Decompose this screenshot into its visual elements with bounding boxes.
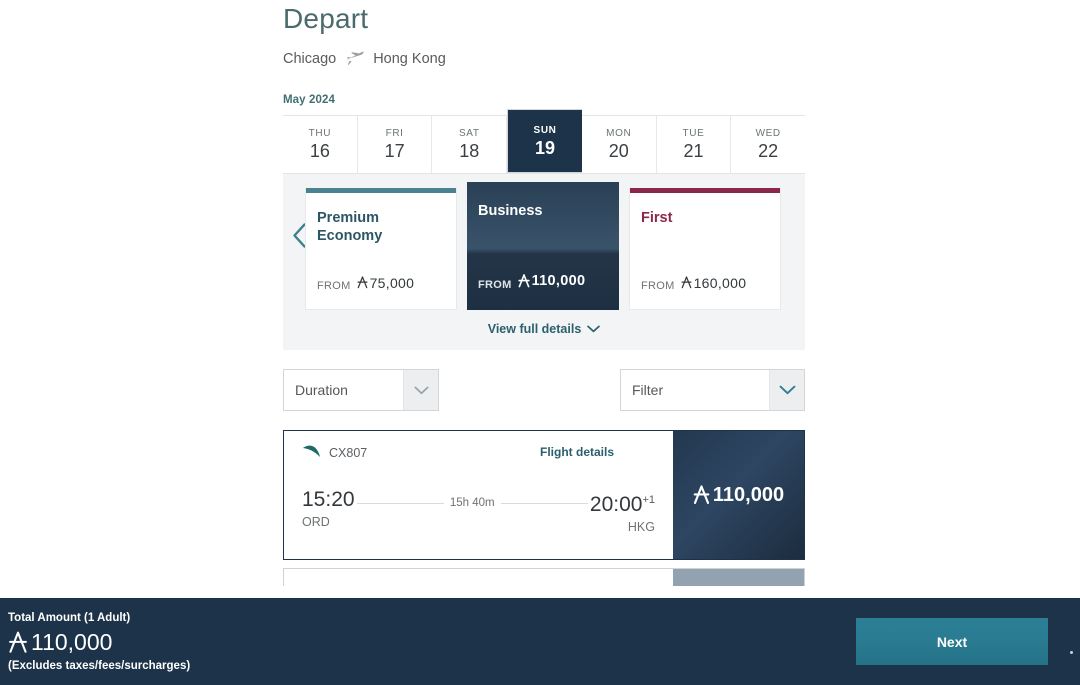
cabin-name: Premium Economy — [317, 210, 383, 244]
date-dow: MON — [606, 128, 632, 139]
cabin-card-premium-economy[interactable]: Premium Economy FROM 75,000 — [305, 188, 457, 310]
cathay-brushwing-icon — [302, 445, 322, 461]
filter-dropdown-label: Filter — [632, 382, 664, 398]
asia-miles-icon — [693, 485, 710, 505]
cabin-price: 75,000 — [357, 275, 415, 291]
arrival-block: 20:00+1 HKG — [590, 488, 655, 534]
date-selector-strip: THU 16 FRI 17 SAT 18 SUN 19 MON 20 TUE 2… — [283, 109, 805, 174]
flight-price: 110,000 — [693, 484, 784, 507]
arrival-time: 20:00 — [589, 493, 643, 516]
cabin-name: First — [641, 210, 673, 226]
total-excludes-note: (Excludes taxes/fees/surcharges) — [8, 660, 191, 672]
flight-price-panel[interactable]: 110,000 — [673, 431, 804, 559]
cursor-dot — [1070, 651, 1073, 654]
flight-details-link[interactable]: Flight details — [540, 445, 614, 459]
date-option-16[interactable]: THU 16 — [283, 116, 358, 173]
date-option-17[interactable]: FRI 17 — [358, 116, 433, 173]
flight-number: CX807 — [329, 446, 368, 460]
cabin-class-panel: Premium Economy FROM 75,000 Business FRO… — [283, 174, 805, 350]
date-dow: SUN — [533, 124, 557, 136]
origin-city: Chicago — [283, 50, 337, 67]
duration-dropdown[interactable]: Duration — [283, 369, 439, 411]
departure-airport-code: ORD — [302, 515, 330, 529]
date-number: 20 — [608, 141, 629, 161]
cabin-price-row: FROM 75,000 — [317, 275, 414, 293]
flight-info: CX807 Flight details 15:20 ORD 15h 40m 2… — [284, 431, 673, 559]
total-summary-bar: Total Amount (1 Adult) 110,000 (Excludes… — [0, 598, 1080, 685]
chevron-down-icon — [769, 370, 804, 410]
flight-result-card[interactable]: CX807 Flight details 15:20 ORD 15h 40m 2… — [283, 430, 805, 560]
cabin-price-value: 110,000 — [531, 273, 586, 289]
cabin-price-row: FROM 160,000 — [641, 275, 746, 293]
flight-times-row: 15:20 ORD 15h 40m 20:00+1 HKG — [302, 488, 655, 534]
date-number: 22 — [758, 141, 779, 161]
arrival-airport-code: HKG — [627, 520, 655, 534]
total-amount-value: 110,000 — [31, 629, 113, 655]
cabin-card-first[interactable]: First FROM 160,000 — [629, 188, 781, 310]
chevron-down-icon — [403, 370, 438, 410]
arrival-day-offset: +1 — [642, 494, 655, 506]
page-title: Depart — [283, 3, 369, 34]
cabin-from-label: FROM — [317, 280, 351, 292]
flight-number-group: CX807 — [302, 445, 367, 461]
cabin-name: Business — [478, 203, 543, 219]
filter-dropdown[interactable]: Filter — [620, 369, 805, 411]
total-amount-label: Total Amount (1 Adult) — [8, 612, 131, 624]
destination-city: Hong Kong — [373, 50, 446, 67]
route-summary: Chicago Hong Kong — [283, 50, 805, 67]
view-full-details-label: View full details — [487, 322, 582, 336]
duration-dropdown-label: Duration — [295, 382, 348, 398]
date-dow: WED — [755, 128, 781, 139]
date-number: 17 — [384, 141, 405, 161]
main-content-column: Depart Chicago Hong Kong May 2024 THU 16… — [283, 0, 805, 586]
date-number: 16 — [309, 141, 330, 161]
date-number: 18 — [459, 141, 480, 161]
plane-icon — [344, 50, 365, 67]
cabin-from-label: FROM — [641, 280, 675, 292]
view-full-details-link[interactable]: View full details — [283, 322, 805, 336]
arrival-time-group: 20:00+1 — [590, 488, 655, 517]
date-number: 19 — [535, 137, 556, 158]
cabin-price-value: 75,000 — [369, 274, 415, 291]
date-option-18[interactable]: SAT 18 — [432, 116, 508, 173]
cabin-class-row: Premium Economy FROM 75,000 Business FRO… — [283, 174, 805, 310]
date-dow: THU — [308, 128, 332, 139]
date-dow: SAT — [459, 128, 480, 139]
cabin-price: 160,000 — [681, 275, 747, 291]
flight-search-page: Depart Chicago Hong Kong May 2024 THU 16… — [0, 0, 1080, 685]
cabin-card-business-selected[interactable]: Business FROM 110,000 — [467, 182, 619, 310]
date-dow: TUE — [682, 128, 705, 139]
departure-block: 15:20 ORD — [302, 488, 355, 529]
filter-controls: Duration Filter — [283, 369, 805, 411]
cabin-price-value: 160,000 — [693, 274, 747, 291]
next-flight-price-panel-partial — [673, 569, 804, 586]
next-flight-card-partial[interactable] — [283, 568, 805, 586]
date-dow: FRI — [385, 128, 404, 139]
asia-miles-icon — [8, 631, 28, 654]
cabin-price-row: FROM 110,000 — [478, 273, 585, 291]
asia-miles-icon — [517, 274, 530, 288]
cabin-price: 110,000 — [517, 273, 586, 289]
date-number: 21 — [683, 141, 704, 161]
calendar-month-label: May 2024 — [283, 94, 335, 106]
date-option-20[interactable]: MON 20 — [582, 116, 657, 173]
duration-block: 15h 40m — [355, 497, 590, 509]
asia-miles-icon — [681, 276, 692, 289]
flight-header-row: CX807 Flight details — [302, 445, 655, 461]
date-option-19-selected[interactable]: SUN 19 — [507, 109, 582, 173]
chevron-down-icon — [587, 322, 601, 336]
flight-duration: 15h 40m — [443, 497, 501, 509]
date-option-22[interactable]: WED 22 — [731, 116, 805, 173]
date-option-21[interactable]: TUE 21 — [657, 116, 732, 173]
total-amount-block: Total Amount (1 Adult) 110,000 (Excludes… — [8, 611, 190, 672]
departure-time: 15:20 — [302, 488, 355, 511]
flight-price-value: 110,000 — [712, 483, 785, 506]
cabin-from-label: FROM — [478, 279, 512, 291]
next-button[interactable]: Next — [856, 618, 1048, 665]
total-amount-value-row: 110,000 — [8, 627, 190, 657]
asia-miles-icon — [357, 276, 368, 289]
